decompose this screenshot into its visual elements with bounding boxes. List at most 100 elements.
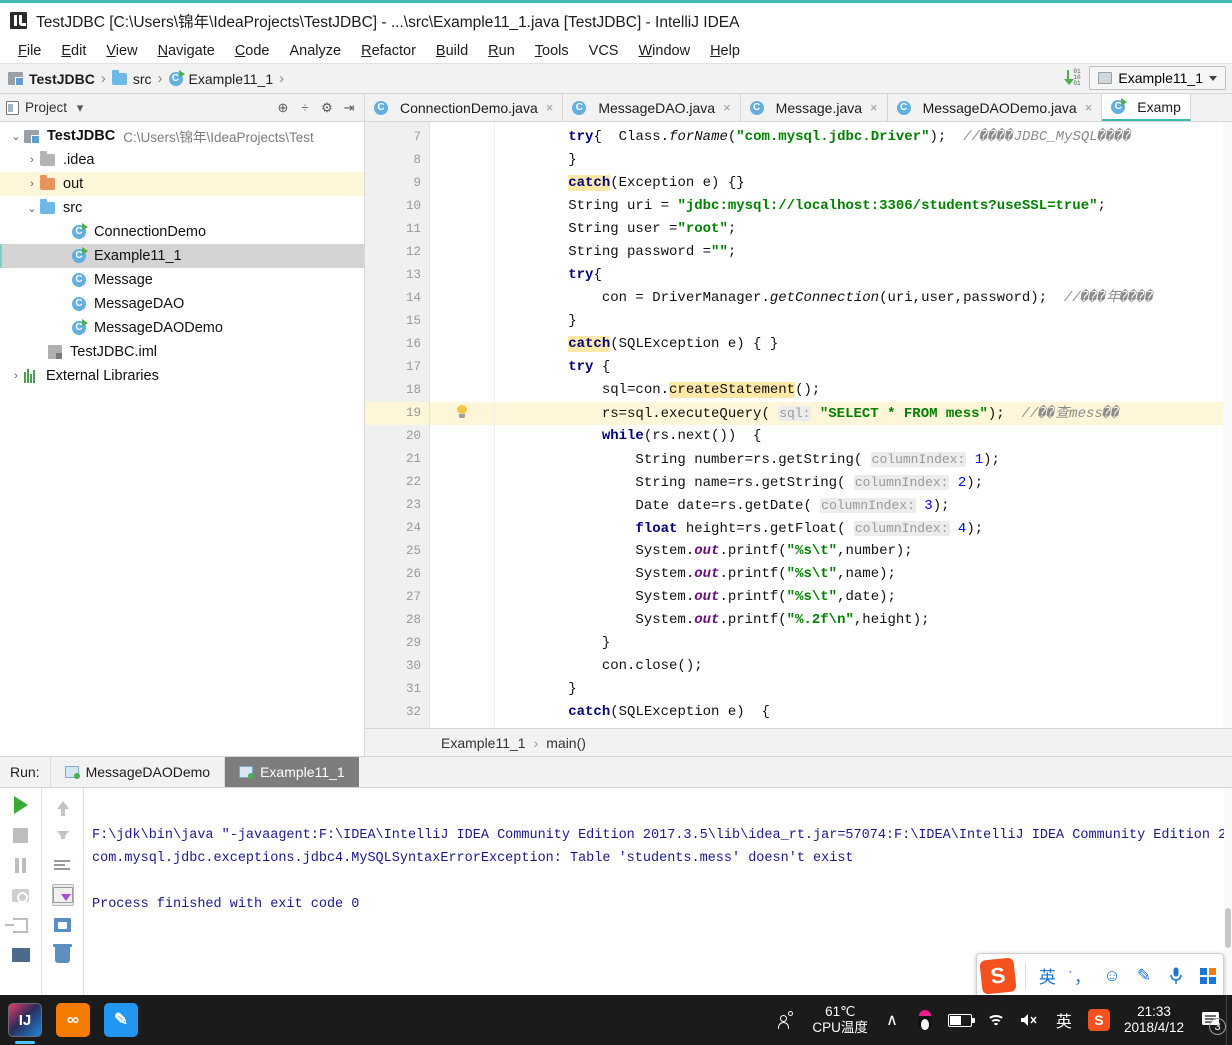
run-configuration-selector[interactable]: Example11_1 <box>1089 66 1226 90</box>
intention-bulb-icon[interactable] <box>430 402 494 425</box>
code-line[interactable]: } <box>495 632 1232 655</box>
chevron-right-icon[interactable]: › <box>8 370 24 382</box>
code-line[interactable]: con.close(); <box>495 655 1232 678</box>
close-icon[interactable]: × <box>546 100 554 115</box>
chevron-down-icon[interactable]: ⌄ <box>24 202 40 215</box>
ime-voice-button[interactable] <box>1165 967 1187 985</box>
cpu-temperature-widget[interactable]: 61℃ CPU温度 <box>812 1004 868 1035</box>
code-line[interactable]: } <box>495 149 1232 172</box>
menu-edit[interactable]: Edit <box>51 41 96 61</box>
monitor-icon[interactable] <box>10 944 32 966</box>
code-line[interactable]: while(rs.next()) { <box>495 425 1232 448</box>
qq-penguin-icon[interactable] <box>916 1010 934 1030</box>
close-icon[interactable]: × <box>1085 100 1093 115</box>
tab-connectiondemo[interactable]: C ConnectionDemo.java × <box>365 94 564 121</box>
camera-icon[interactable] <box>10 884 32 906</box>
trash-icon[interactable] <box>52 944 74 966</box>
console-scrollbar[interactable] <box>1224 788 1232 995</box>
volume-mute-icon[interactable] <box>1020 1012 1040 1028</box>
taskbar-intellij-idea[interactable]: IJ <box>8 1003 42 1044</box>
run-tab-messagedaodemo[interactable]: MessageDAODemo <box>49 757 225 787</box>
tree-item-message[interactable]: C Message <box>0 268 364 292</box>
editor-markers-gutter[interactable] <box>430 122 495 728</box>
menu-run[interactable]: Run <box>478 41 525 61</box>
code-line[interactable]: System.out.printf("%s\t",number); <box>495 540 1232 563</box>
tree-item-testjdbc-iml[interactable]: TestJDBC.iml <box>0 340 364 364</box>
wifi-icon[interactable] <box>986 1013 1006 1028</box>
clock-widget[interactable]: 21:33 2018/4/12 <box>1124 1004 1184 1036</box>
ime-language-indicator[interactable]: 英 <box>1054 1008 1074 1032</box>
code-line[interactable]: String name=rs.getString( columnIndex: 2… <box>495 471 1232 494</box>
pause-icon[interactable] <box>10 854 32 876</box>
project-scope-chevron-down-icon[interactable]: ▾ <box>71 99 89 117</box>
ime-toolbox-button[interactable] <box>1197 967 1219 984</box>
menu-window[interactable]: Window <box>628 41 700 61</box>
export-icon[interactable] <box>51 884 74 906</box>
code-line[interactable]: con = DriverManager.getConnection(uri,us… <box>495 287 1232 310</box>
stop-icon[interactable] <box>10 824 32 846</box>
tab-example11-1[interactable]: C Examp <box>1102 94 1191 121</box>
taskbar-xampp[interactable]: ∞ <box>56 1003 90 1037</box>
run-tab-example11-1[interactable]: Example11_1 <box>224 757 359 787</box>
arrow-up-icon[interactable] <box>52 794 74 816</box>
tree-item-external-libraries[interactable]: › External Libraries <box>0 364 364 388</box>
locate-icon[interactable]: ⊕ <box>274 99 292 117</box>
tree-item-example11-1[interactable]: C Example11_1 <box>0 244 364 268</box>
menu-tools[interactable]: Tools <box>525 41 579 61</box>
breadcrumb-method[interactable]: main() <box>546 735 586 751</box>
editor-scrollbar[interactable] <box>1223 122 1232 728</box>
menu-analyze[interactable]: Analyze <box>280 41 352 61</box>
code-editor[interactable]: 7 8 9 10 11 12 13 14 15 16 17 18 19 20 21 22 23 24 25 26 27 2… <box>365 122 1232 728</box>
ime-emoji-button[interactable]: ☺ <box>1101 966 1123 986</box>
code-line[interactable]: rs=sql.executeQuery( sql: "SELECT * FROM… <box>495 402 1232 425</box>
menu-view[interactable]: View <box>96 41 147 61</box>
battery-icon[interactable] <box>947 1013 975 1027</box>
sogou-ime-toolbar[interactable]: S 英 ˙， ☺ ✎ <box>976 953 1224 998</box>
taskbar-editor[interactable]: ✎ <box>104 1003 138 1037</box>
tab-messagedao[interactable]: C MessageDAO.java × <box>563 94 741 121</box>
menu-code[interactable]: Code <box>225 41 280 61</box>
arrow-down-icon[interactable] <box>52 824 74 846</box>
code-line[interactable]: String number=rs.getString( columnIndex:… <box>495 448 1232 471</box>
hide-panel-icon[interactable]: ⇥ <box>340 99 358 117</box>
menu-file[interactable]: File <box>8 41 51 61</box>
code-line[interactable]: sql=con.createStatement(); <box>495 379 1232 402</box>
code-line[interactable]: String password =""; <box>495 241 1232 264</box>
code-line[interactable]: catch(Exception e) {} <box>495 172 1232 195</box>
tree-item-connectiondemo[interactable]: C ConnectionDemo <box>0 220 364 244</box>
code-line[interactable]: System.out.printf("%s\t",date); <box>495 586 1232 609</box>
tree-item-messagedao[interactable]: C MessageDAO <box>0 292 364 316</box>
update-project-icon[interactable]: 01 10 01 <box>1064 69 1081 87</box>
wrap-lines-icon[interactable] <box>52 854 74 876</box>
settings-gear-icon[interactable]: ⚙ <box>318 99 336 117</box>
menu-help[interactable]: Help <box>700 41 750 61</box>
tree-item-out[interactable]: › out <box>0 172 364 196</box>
show-desktop-button[interactable] <box>1226 995 1232 1045</box>
code-line[interactable]: } <box>495 678 1232 701</box>
tab-message[interactable]: C Message.java × <box>740 94 888 121</box>
tree-item-src[interactable]: ⌄ src <box>0 196 364 220</box>
code-line[interactable]: System.out.printf("%.2f\n",height); <box>495 609 1232 632</box>
menu-build[interactable]: Build <box>426 41 478 61</box>
code-line[interactable]: try{ <box>495 264 1232 287</box>
ime-handwriting-button[interactable]: ✎ <box>1133 966 1155 986</box>
show-hidden-icons-chevron-up-icon[interactable]: ∧ <box>882 1010 902 1030</box>
breadcrumb-item-file[interactable]: Example11_1 <box>189 71 274 87</box>
people-icon[interactable] <box>778 1011 798 1029</box>
tree-item-idea[interactable]: › .idea <box>0 148 364 172</box>
play-icon[interactable] <box>10 794 32 816</box>
breadcrumb-item-project[interactable]: TestJDBC <box>29 71 95 87</box>
breadcrumb-class[interactable]: Example11_1 <box>441 735 526 751</box>
ime-language-button[interactable]: 英 <box>1036 963 1058 988</box>
ime-punctuation-button[interactable]: ˙， <box>1068 963 1091 988</box>
print-icon[interactable] <box>52 914 74 936</box>
chevron-right-icon[interactable]: › <box>24 154 40 166</box>
code-line[interactable]: catch(SQLException e) { <box>495 701 1232 724</box>
code-line[interactable]: try { <box>495 356 1232 379</box>
source-code[interactable]: try{ Class.forName("com.mysql.jdbc.Drive… <box>495 122 1232 728</box>
close-icon[interactable]: × <box>870 100 878 115</box>
sogou-logo-icon[interactable]: S <box>979 956 1018 995</box>
tree-item-messagedaodemo[interactable]: C MessageDAODemo <box>0 316 364 340</box>
tree-item-testjdbc[interactable]: ⌄ TestJDBC C:\Users\锦年\IdeaProjects\Test <box>0 124 364 148</box>
code-line[interactable]: String user ="root"; <box>495 218 1232 241</box>
